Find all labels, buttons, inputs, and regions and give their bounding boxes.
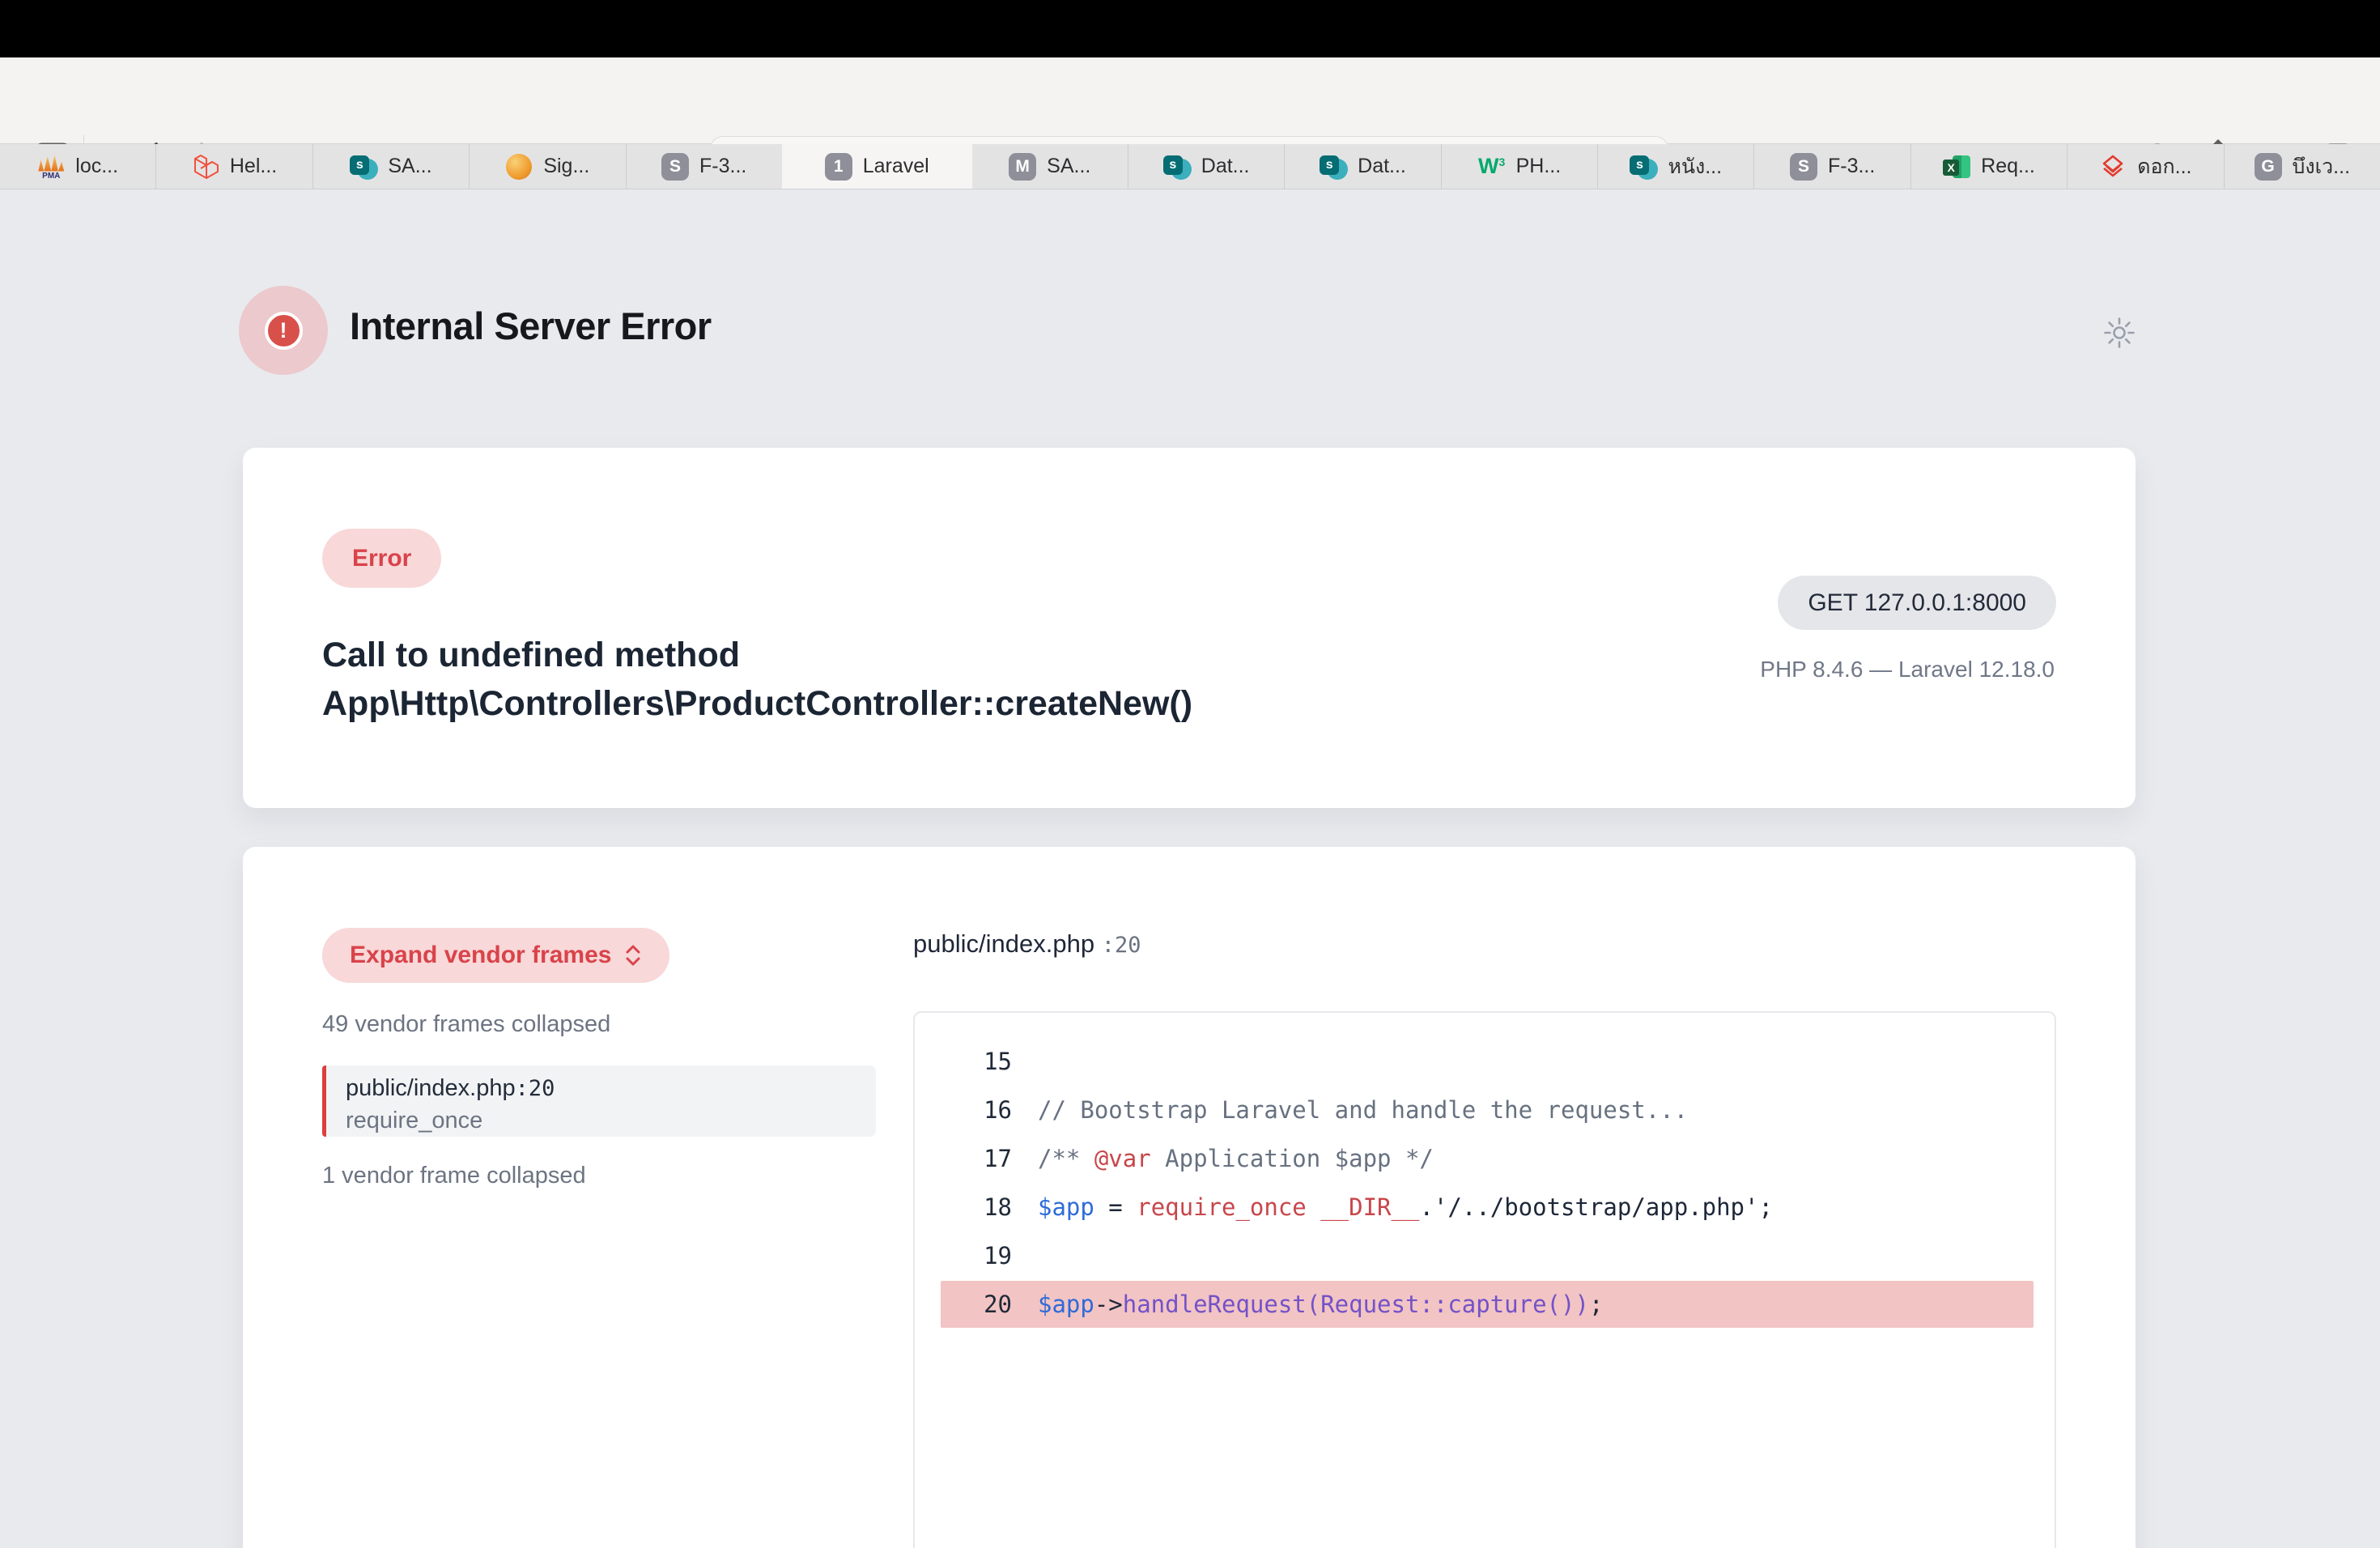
- letter-badge-icon: 1: [825, 153, 852, 181]
- menu-bar-black: [0, 0, 2380, 57]
- vendor-frames-collapsed-label: 49 vendor frames collapsed: [322, 1011, 610, 1038]
- sun-icon[interactable]: [2103, 317, 2136, 349]
- browser-tab[interactable]: Hel...: [156, 144, 312, 189]
- sharepoint-icon: s: [350, 153, 377, 181]
- browser-tab[interactable]: s SA...: [313, 144, 470, 189]
- runtime-versions: PHP 8.4.6 — Laravel 12.18.0: [1760, 657, 2055, 683]
- red-chevrons-icon: [2099, 153, 2127, 181]
- error-message: Call to undefined method App\Http\Contro…: [322, 631, 1504, 728]
- letter-badge-icon: M: [1009, 153, 1036, 181]
- browser-tab[interactable]: s หนัง...: [1598, 144, 1754, 189]
- stack-trace-card: Expand vendor frames 49 vendor frames co…: [243, 847, 2136, 1548]
- stack-frame-item[interactable]: public/index.php:20 require_once: [322, 1065, 876, 1137]
- code-line: 16 // Bootstrap Laravel and handle the r…: [915, 1086, 2055, 1134]
- browser-tab[interactable]: X Req...: [1911, 144, 2068, 189]
- error-type-badge: Error: [322, 529, 441, 588]
- w3schools-icon: W3: [1478, 153, 1506, 181]
- sharepoint-icon: s: [1320, 153, 1347, 181]
- browser-toolbar: 127.0.0.1 A: [0, 57, 2380, 144]
- browser-tab[interactable]: s Dat...: [1128, 144, 1285, 189]
- code-line: 19: [915, 1231, 2055, 1280]
- browser-tab-active[interactable]: 1 Laravel: [782, 144, 972, 189]
- vendor-frame-collapsed-label: 1 vendor frame collapsed: [322, 1163, 586, 1189]
- letter-badge-icon: G: [2255, 153, 2282, 181]
- orange-site-icon: [505, 153, 533, 181]
- code-snippet: 15 16 // Bootstrap Laravel and handle th…: [913, 1011, 2056, 1548]
- browser-tab[interactable]: Sig...: [470, 144, 626, 189]
- sharepoint-icon: s: [1630, 153, 1657, 181]
- code-line-highlighted: 20 $app->handleRequest(Request::capture(…: [915, 1280, 2055, 1329]
- browser-tab[interactable]: S F-3...: [1754, 144, 1910, 189]
- alert-icon: !: [239, 286, 328, 375]
- browser-tab[interactable]: s Dat...: [1285, 144, 1441, 189]
- page-title: Internal Server Error: [350, 304, 712, 348]
- code-line: 18 $app = require_once __DIR__.'/../boot…: [915, 1183, 2055, 1231]
- tab-strip: PMA loc... Hel... s SA... Sig... S F-3..…: [0, 144, 2380, 189]
- browser-tab[interactable]: S F-3...: [627, 144, 782, 189]
- browser-tab[interactable]: G บึงเว...: [2225, 144, 2380, 189]
- phpmyadmin-icon: PMA: [37, 153, 65, 181]
- error-summary-card: Error Call to undefined method App\Http\…: [243, 448, 2136, 808]
- laravel-error-page: ! Internal Server Error Error Call to un…: [0, 190, 2380, 1548]
- excel-icon: X: [1943, 153, 1970, 181]
- code-file-header: public/index.php :20: [913, 929, 1141, 959]
- frame-file: public/index.php:20: [346, 1075, 876, 1102]
- laravel-icon: [192, 153, 219, 181]
- request-badge: GET 127.0.0.1:8000: [1778, 576, 2056, 630]
- letter-badge-icon: S: [1790, 153, 1817, 181]
- frame-method: require_once: [346, 1108, 876, 1134]
- code-line: 17 /** @var Application $app */: [915, 1134, 2055, 1183]
- expand-chevrons-icon: [624, 943, 642, 968]
- browser-tab[interactable]: M SA...: [972, 144, 1128, 189]
- code-line: 15: [915, 1037, 2055, 1086]
- letter-badge-icon: S: [661, 153, 689, 181]
- browser-tab[interactable]: W3 PH...: [1442, 144, 1598, 189]
- sharepoint-icon: s: [1163, 153, 1191, 181]
- expand-vendor-frames-button[interactable]: Expand vendor frames: [322, 928, 669, 983]
- browser-tab[interactable]: ดอก...: [2068, 144, 2224, 189]
- browser-tab[interactable]: PMA loc...: [0, 144, 156, 189]
